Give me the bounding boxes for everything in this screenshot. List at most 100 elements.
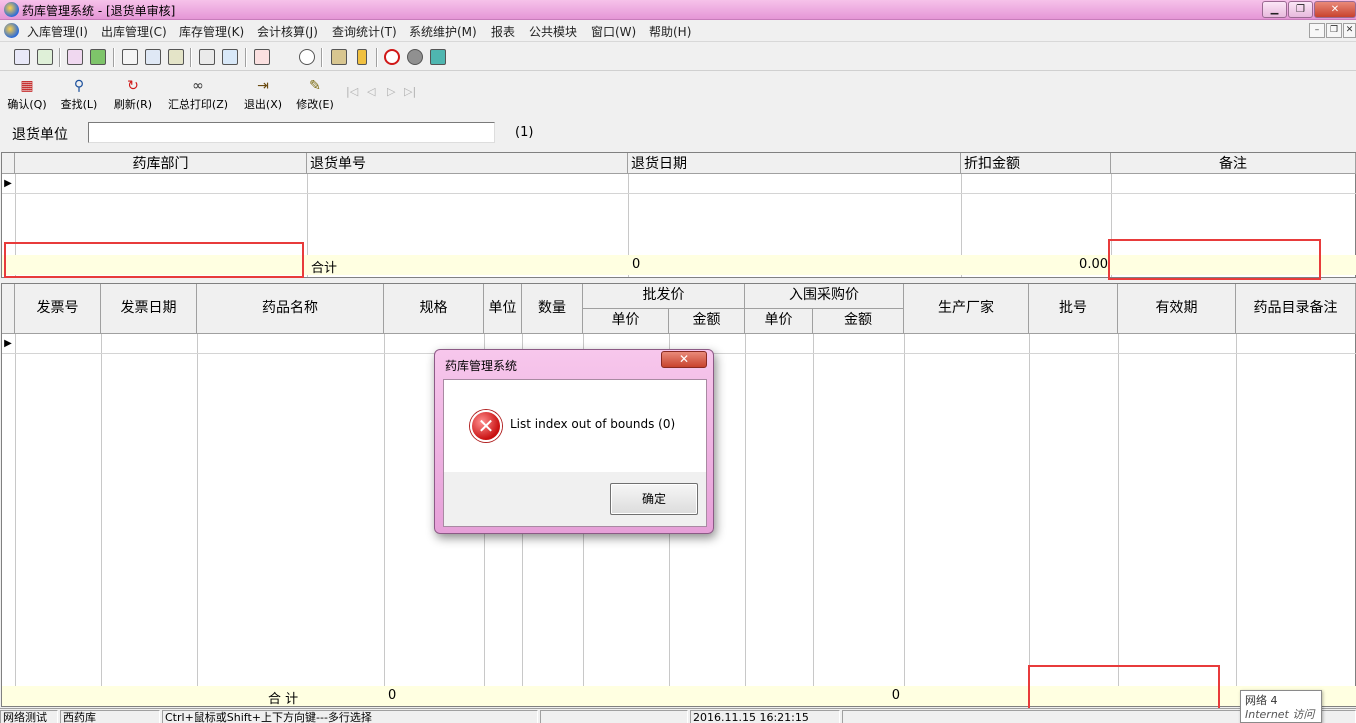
header-purchase-price[interactable]: 入围采购价 xyxy=(745,284,904,309)
header-batch-no[interactable]: 批号 xyxy=(1029,284,1118,334)
header-invoice-no[interactable]: 发票号 xyxy=(15,284,101,334)
grid-line xyxy=(1118,334,1119,706)
window-title: 药库管理系统 - [退货单审核] xyxy=(22,4,176,18)
menu-outbound[interactable]: 出库管理(C) xyxy=(101,23,167,40)
toolbar-separator xyxy=(376,48,378,67)
app-icon xyxy=(4,2,19,17)
menu-window[interactable]: 窗口(W) xyxy=(591,23,636,40)
menu-help[interactable]: 帮助(H) xyxy=(649,23,691,40)
grid-line xyxy=(101,334,102,706)
mdi-minimize-button[interactable]: – xyxy=(1309,23,1325,38)
current-row-indicator: ▶ xyxy=(4,338,12,349)
document-icon[interactable] xyxy=(199,49,215,65)
summary-print-button[interactable]: ∞ 汇总打印(Z) xyxy=(163,77,233,115)
inbound-icon[interactable] xyxy=(14,49,30,65)
header-wholesale-unit-price[interactable]: 单价 xyxy=(583,309,669,334)
lower-total-label: 合 计 xyxy=(268,692,299,707)
close-window-icon[interactable] xyxy=(430,49,446,65)
mdi-close-button[interactable]: ✕ xyxy=(1343,23,1356,38)
find-label: 查找(L) xyxy=(60,98,98,111)
highlight-box xyxy=(1028,665,1220,711)
exit-label: 退出(X) xyxy=(243,98,283,111)
header-drug-name[interactable]: 药品名称 xyxy=(197,284,384,334)
menu-inbound[interactable]: 入库管理(I) xyxy=(27,23,88,40)
menu-inventory[interactable]: 库存管理(K) xyxy=(179,23,244,40)
modify-button[interactable]: ✎ 修改(E) xyxy=(292,77,338,115)
title-bar: 药库管理系统 - [退货单审核] ▁ ❐ ✕ xyxy=(0,0,1356,20)
header-return-no[interactable]: 退货单号 xyxy=(307,153,628,174)
search-icon[interactable] xyxy=(299,49,315,65)
header-wholesale-price[interactable]: 批发价 xyxy=(583,284,745,309)
upper-total-date: 0 xyxy=(632,257,641,272)
header-unit[interactable]: 单位 xyxy=(484,284,522,334)
header-purchase-amount[interactable]: 金额 xyxy=(813,309,904,334)
stop-icon[interactable] xyxy=(384,49,400,65)
menu-system[interactable]: 系统维护(M) xyxy=(409,23,477,40)
header-remarks[interactable]: 备注 xyxy=(1111,153,1356,174)
menu-query[interactable]: 查询统计(T) xyxy=(332,23,397,40)
network-tooltip: 网络 4 Internet 访问 xyxy=(1240,690,1322,723)
report-icon[interactable] xyxy=(67,49,83,65)
header-purchase-unit-price[interactable]: 单价 xyxy=(745,309,813,334)
ok-button[interactable]: 确定 xyxy=(610,483,698,515)
truck-icon[interactable] xyxy=(331,49,347,65)
refresh-button[interactable]: ↻ 刷新(R) xyxy=(110,77,156,115)
edit-icon: ✎ xyxy=(309,78,321,94)
grid-line xyxy=(1029,334,1030,706)
confirm-button[interactable]: ▦ 确认(Q) xyxy=(5,77,49,115)
next-record-icon[interactable]: ▷ xyxy=(387,85,395,98)
supplier-label: 退货单位 xyxy=(12,127,68,143)
status-network-test: 网络测试 xyxy=(0,710,58,723)
confirm-icon: ▦ xyxy=(20,78,34,94)
header-return-date[interactable]: 退货日期 xyxy=(628,153,961,174)
supplier-input[interactable] xyxy=(88,122,495,143)
minimize-button[interactable]: ▁ xyxy=(1262,1,1287,18)
menu-accounting[interactable]: 会计核算(J) xyxy=(257,23,318,40)
prev-record-icon[interactable]: ◁ xyxy=(367,85,375,98)
add-doc-icon[interactable] xyxy=(254,49,270,65)
card-icon[interactable] xyxy=(145,49,161,65)
modify-label: 修改(E) xyxy=(296,98,334,111)
header-spec[interactable]: 规格 xyxy=(384,284,484,334)
status-empty-panel xyxy=(540,710,688,723)
menu-reports[interactable]: 报表 xyxy=(491,23,515,40)
header-quantity[interactable]: 数量 xyxy=(522,284,583,334)
header-discount-amount[interactable]: 折扣金额 xyxy=(961,153,1111,174)
error-icon: ✕ xyxy=(470,410,502,442)
header-invoice-date[interactable]: 发票日期 xyxy=(101,284,197,334)
summary-print-label: 汇总打印(Z) xyxy=(167,98,229,111)
close-button[interactable]: ✕ xyxy=(1314,1,1356,18)
current-row-indicator: ▶ xyxy=(4,178,12,189)
header-warehouse-dept[interactable]: 药库部门 xyxy=(15,153,307,174)
dialog-message-area: ✕ List index out of bounds (0) xyxy=(444,380,706,472)
clipboard-icon[interactable] xyxy=(122,49,138,65)
find-button[interactable]: ⚲ 查找(L) xyxy=(56,77,102,115)
lower-total-purchase-amount: 0 xyxy=(891,688,900,703)
menu-common[interactable]: 公共模块 xyxy=(529,23,577,40)
row-selector-header xyxy=(2,153,15,174)
grid-line xyxy=(813,334,814,706)
header-wholesale-amount[interactable]: 金额 xyxy=(669,309,745,334)
first-record-icon[interactable]: |◁ xyxy=(346,85,358,98)
mdi-restore-button[interactable]: ❐ xyxy=(1326,23,1342,38)
thermometer-icon[interactable] xyxy=(357,49,367,65)
grid-line xyxy=(15,334,16,706)
error-dialog: 药库管理系统 ✕ ✕ List index out of bounds (0) … xyxy=(434,349,714,534)
last-record-icon[interactable]: ▷| xyxy=(404,85,416,98)
calculator-icon[interactable] xyxy=(168,49,184,65)
exit-button[interactable]: ⇥ 退出(X) xyxy=(240,77,286,115)
dialog-body: ✕ List index out of bounds (0) 确定 xyxy=(443,379,707,527)
network-name: 网络 4 xyxy=(1245,694,1278,707)
grid-line xyxy=(1236,334,1237,706)
restore-button[interactable]: ❐ xyxy=(1288,1,1313,18)
eraser-icon[interactable] xyxy=(407,49,423,65)
refresh-icon: ↻ xyxy=(127,78,139,94)
header-catalog-note[interactable]: 药品目录备注 xyxy=(1236,284,1356,334)
approve-icon[interactable] xyxy=(90,49,106,65)
supplier-count: (1) xyxy=(515,125,534,140)
header-manufacturer[interactable]: 生产厂家 xyxy=(904,284,1029,334)
table-icon[interactable] xyxy=(222,49,238,65)
dialog-close-button[interactable]: ✕ xyxy=(661,351,707,368)
check-doc-icon[interactable] xyxy=(37,49,53,65)
header-expiry[interactable]: 有效期 xyxy=(1118,284,1236,334)
